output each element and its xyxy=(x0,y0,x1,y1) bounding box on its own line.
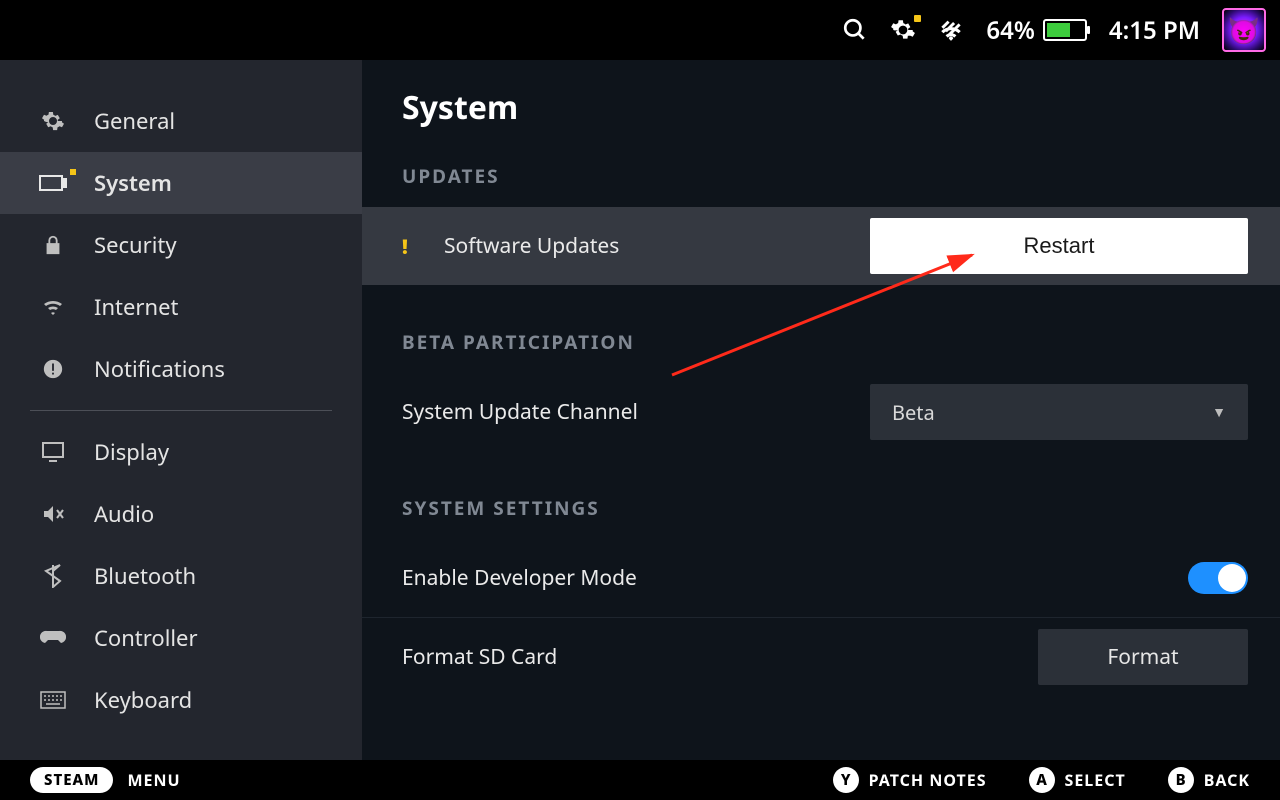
sidebar-item-general[interactable]: General xyxy=(0,90,362,152)
page-title: System xyxy=(362,86,1280,129)
wifi-icon[interactable] xyxy=(938,17,964,43)
sidebar-item-label: Keyboard xyxy=(94,685,192,715)
row-software-updates[interactable]: ! Software Updates Restart xyxy=(362,207,1280,285)
section-header-system-settings: SYSTEM SETTINGS xyxy=(362,451,1280,539)
sidebar-item-label: Security xyxy=(94,230,177,260)
battery-status: 64% xyxy=(986,14,1086,47)
lock-icon xyxy=(38,234,68,256)
update-pending-icon: ! xyxy=(402,233,414,260)
display-icon xyxy=(38,441,68,463)
row-update-channel: System Update Channel Beta ▼ xyxy=(362,373,1280,451)
settings-notification-dot xyxy=(914,15,921,22)
sidebar-item-display[interactable]: Display xyxy=(0,421,362,483)
hint-patch-notes[interactable]: Y PATCH NOTES xyxy=(833,767,987,793)
battery-text: 64% xyxy=(986,14,1034,47)
sidebar-separator xyxy=(30,410,332,411)
menu-label: MENU xyxy=(127,769,180,791)
sidebar-item-controller[interactable]: Controller xyxy=(0,607,362,669)
settings-icon[interactable] xyxy=(890,17,916,43)
sidebar-item-system[interactable]: System xyxy=(0,152,362,214)
sidebar-item-label: Notifications xyxy=(94,354,225,384)
sidebar-item-keyboard[interactable]: Keyboard xyxy=(0,669,362,731)
sidebar-item-label: Display xyxy=(94,437,169,467)
sidebar-item-security[interactable]: Security xyxy=(0,214,362,276)
hint-label: BACK xyxy=(1204,769,1250,791)
row-format-sd: Format SD Card Format xyxy=(362,617,1280,695)
developer-mode-toggle[interactable] xyxy=(1188,562,1248,594)
gear-icon xyxy=(38,109,68,133)
format-button[interactable]: Format xyxy=(1038,629,1248,685)
sidebar-item-internet[interactable]: Internet xyxy=(0,276,362,338)
alert-icon xyxy=(38,358,68,380)
format-sd-label: Format SD Card xyxy=(402,643,557,671)
sidebar-item-label: Internet xyxy=(94,292,178,322)
system-notification-dot xyxy=(70,169,76,175)
controller-icon xyxy=(38,629,68,647)
update-channel-label: System Update Channel xyxy=(402,398,638,426)
software-updates-label: Software Updates xyxy=(444,232,619,260)
steam-button[interactable]: STEAM xyxy=(30,767,113,793)
bluetooth-icon xyxy=(38,564,68,588)
restart-button[interactable]: Restart xyxy=(870,218,1248,274)
sidebar-item-notifications[interactable]: Notifications xyxy=(0,338,362,400)
content-panel: System UPDATES ! Software Updates Restar… xyxy=(362,60,1280,760)
row-developer-mode: Enable Developer Mode xyxy=(362,539,1280,617)
search-icon[interactable] xyxy=(842,17,868,43)
update-channel-dropdown[interactable]: Beta ▼ xyxy=(870,384,1248,440)
status-bar: 64% 4:15 PM 😈 xyxy=(0,0,1280,60)
y-button-icon: Y xyxy=(833,767,859,793)
section-header-updates: UPDATES xyxy=(362,129,1280,207)
hint-select[interactable]: A SELECT xyxy=(1029,767,1126,793)
wifi-icon xyxy=(38,295,68,319)
sidebar-item-label: Controller xyxy=(94,623,198,653)
chevron-down-icon: ▼ xyxy=(1212,403,1226,422)
b-button-icon: B xyxy=(1168,767,1194,793)
sidebar-item-label: Bluetooth xyxy=(94,561,196,591)
sidebar-item-bluetooth[interactable]: Bluetooth xyxy=(0,545,362,607)
clock: 4:15 PM xyxy=(1109,14,1200,47)
sidebar-item-label: Audio xyxy=(94,499,154,529)
hint-label: PATCH NOTES xyxy=(869,769,987,791)
sidebar-item-label: General xyxy=(94,106,175,136)
hint-back[interactable]: B BACK xyxy=(1168,767,1250,793)
section-header-beta: BETA PARTICIPATION xyxy=(362,285,1280,373)
developer-mode-label: Enable Developer Mode xyxy=(402,564,637,592)
avatar[interactable]: 😈 xyxy=(1222,8,1266,52)
bottom-bar: STEAM MENU Y PATCH NOTES A SELECT B BACK xyxy=(0,760,1280,800)
battery-icon xyxy=(1043,19,1087,41)
settings-sidebar: General System Security Internet No xyxy=(0,60,362,760)
update-channel-value: Beta xyxy=(892,399,935,426)
audio-mute-icon xyxy=(38,503,68,525)
hint-label: SELECT xyxy=(1065,769,1126,791)
sidebar-item-label: System xyxy=(94,168,172,198)
system-icon xyxy=(38,173,68,193)
a-button-icon: A xyxy=(1029,767,1055,793)
sidebar-item-audio[interactable]: Audio xyxy=(0,483,362,545)
keyboard-icon xyxy=(38,691,68,709)
